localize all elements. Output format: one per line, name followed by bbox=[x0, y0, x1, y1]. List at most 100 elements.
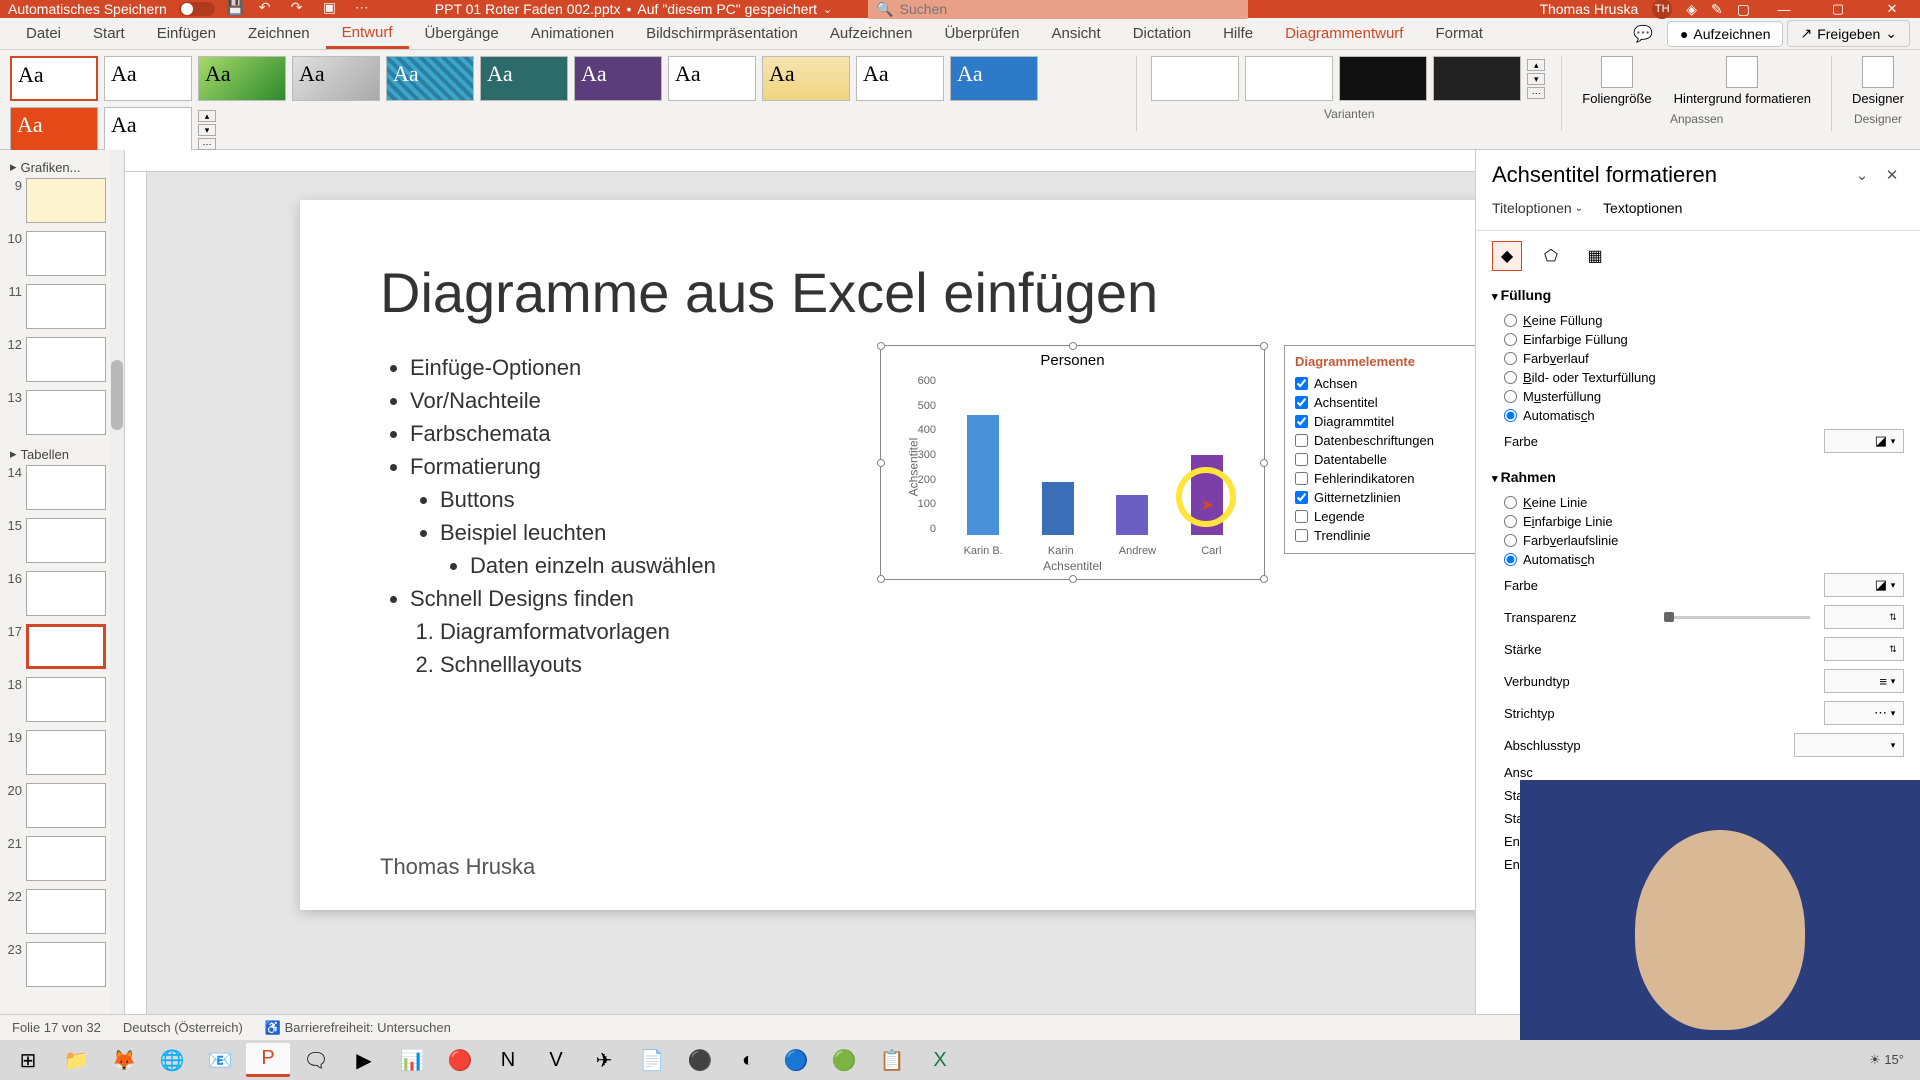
size-props-icon[interactable]: ▦ bbox=[1580, 241, 1610, 271]
section-border[interactable]: Rahmen bbox=[1492, 469, 1904, 485]
pane-close-icon[interactable]: ✕ bbox=[1880, 163, 1904, 187]
tab-zeichnen[interactable]: Zeichnen bbox=[232, 18, 326, 49]
fill-option[interactable]: Bild- oder Texturfüllung bbox=[1492, 368, 1904, 387]
fill-line-icon[interactable]: ◆ bbox=[1492, 241, 1522, 271]
slide-thumb[interactable] bbox=[26, 465, 106, 510]
app-icon[interactable]: 📋 bbox=[870, 1043, 914, 1077]
compound-dropdown[interactable]: ≡ ▾ bbox=[1824, 669, 1904, 693]
fill-option[interactable]: Musterfüllung bbox=[1492, 387, 1904, 406]
panel-group[interactable]: ▸ Tabellen bbox=[4, 443, 120, 465]
tab-einfuegen[interactable]: Einfügen bbox=[141, 18, 232, 49]
slide-canvas[interactable]: Diagramme aus Excel einfügen Einfüge-Opt… bbox=[300, 200, 1475, 910]
theme-thumb[interactable]: Aa bbox=[668, 56, 756, 101]
tab-title-options[interactable]: Titeloptionen ⌄ bbox=[1492, 200, 1583, 222]
slide-thumb[interactable] bbox=[26, 390, 106, 435]
chevron-down-icon[interactable]: ⌄ bbox=[823, 3, 832, 16]
tab-bildschirm[interactable]: Bildschirmpräsentation bbox=[630, 18, 814, 49]
maximize-button[interactable]: ▢ bbox=[1818, 0, 1858, 18]
slide-counter[interactable]: Folie 17 von 32 bbox=[12, 1020, 101, 1035]
tab-text-options[interactable]: Textoptionen bbox=[1603, 200, 1682, 222]
slide-thumb[interactable] bbox=[26, 231, 106, 276]
slide-thumb-active[interactable] bbox=[26, 624, 106, 669]
line-option[interactable]: Automatisch bbox=[1492, 550, 1904, 569]
slide-thumb[interactable] bbox=[26, 783, 106, 828]
pen-icon[interactable]: ✎ bbox=[1711, 1, 1723, 18]
search-box[interactable]: 🔍 bbox=[868, 0, 1248, 19]
chart-plot[interactable]: Achsentitel 600 500 400 300 200 100 0 bbox=[936, 375, 1244, 545]
cap-dropdown[interactable]: ▾ bbox=[1794, 733, 1904, 757]
chart-bar[interactable] bbox=[1116, 495, 1148, 535]
user-name[interactable]: Thomas Hruska bbox=[1539, 1, 1638, 17]
weather-tray[interactable]: ☀ 15° bbox=[1869, 1052, 1904, 1068]
fill-option[interactable]: Automatisch bbox=[1492, 406, 1904, 425]
slideshow-icon[interactable]: ▣ bbox=[323, 0, 343, 19]
variant-thumb[interactable] bbox=[1433, 56, 1521, 101]
powerpoint-icon[interactable]: P bbox=[246, 1043, 290, 1077]
chart-element-item[interactable]: Legende bbox=[1295, 507, 1475, 526]
start-button[interactable]: ⊞ bbox=[6, 1043, 50, 1077]
slide-thumb[interactable] bbox=[26, 571, 106, 616]
slide-thumb[interactable] bbox=[26, 889, 106, 934]
firefox-icon[interactable]: 🦊 bbox=[102, 1043, 146, 1077]
theme-thumb[interactable]: Aa bbox=[950, 56, 1038, 101]
chart-element-item[interactable]: Diagrammtitel bbox=[1295, 412, 1475, 431]
language-indicator[interactable]: Deutsch (Österreich) bbox=[123, 1020, 243, 1035]
chart-element-item[interactable]: Datentabelle bbox=[1295, 450, 1475, 469]
close-button[interactable]: ✕ bbox=[1872, 0, 1912, 18]
tab-start[interactable]: Start bbox=[77, 18, 141, 49]
visio-icon[interactable]: V bbox=[534, 1043, 578, 1077]
color-picker[interactable]: ◪ ▾ bbox=[1824, 429, 1904, 453]
theme-thumb[interactable]: Aa bbox=[480, 56, 568, 101]
tab-entwurf[interactable]: Entwurf bbox=[326, 18, 409, 49]
line-color-picker[interactable]: ◪ ▾ bbox=[1824, 573, 1904, 597]
app-icon[interactable]: ◐ bbox=[726, 1043, 770, 1077]
app-icon[interactable]: 🗨 bbox=[294, 1043, 338, 1077]
embedded-chart[interactable]: Personen Achsentitel 600 500 400 300 200… bbox=[880, 345, 1265, 580]
variant-more-button[interactable]: ▴▾⋯ bbox=[1527, 56, 1547, 101]
slide-thumb[interactable] bbox=[26, 730, 106, 775]
share-button[interactable]: ↗ Freigeben ⌄ bbox=[1787, 20, 1910, 47]
save-icon[interactable]: 💾 bbox=[227, 0, 247, 19]
search-input[interactable] bbox=[900, 1, 1241, 17]
tab-datei[interactable]: Datei bbox=[10, 18, 77, 49]
x-axis-title[interactable]: Achsentitel bbox=[881, 559, 1264, 573]
collapse-ribbon-icon[interactable]: 💬 bbox=[1623, 24, 1663, 44]
chart-title[interactable]: Personen bbox=[881, 346, 1264, 375]
theme-thumb[interactable]: Aa bbox=[762, 56, 850, 101]
slide-thumb[interactable] bbox=[26, 836, 106, 881]
tab-format[interactable]: Format bbox=[1419, 18, 1499, 49]
chart-element-item[interactable]: Fehlerindikatoren bbox=[1295, 469, 1475, 488]
diamond-icon[interactable]: ◈ bbox=[1686, 1, 1697, 18]
fill-option[interactable]: Farbverlauf bbox=[1492, 349, 1904, 368]
app-icon[interactable]: 🔴 bbox=[438, 1043, 482, 1077]
tab-animationen[interactable]: Animationen bbox=[515, 18, 630, 49]
slide-thumb[interactable] bbox=[26, 178, 106, 223]
theme-thumb[interactable]: Aa bbox=[574, 56, 662, 101]
tab-ueberpruefen[interactable]: Überprüfen bbox=[928, 18, 1035, 49]
more-qat-icon[interactable]: ⋯ bbox=[355, 0, 375, 19]
theme-thumb[interactable]: Aa bbox=[198, 56, 286, 101]
fill-option[interactable]: Einfarbige Füllung bbox=[1492, 330, 1904, 349]
chart-element-item[interactable]: Achsentitel bbox=[1295, 393, 1475, 412]
undo-icon[interactable]: ↶ bbox=[259, 0, 279, 19]
theme-thumb[interactable]: Aa bbox=[104, 56, 192, 101]
chart-bar[interactable] bbox=[967, 415, 999, 535]
fill-option[interactable]: KKeine Füllungeine Füllung bbox=[1492, 311, 1904, 330]
designer-button[interactable]: Designer bbox=[1846, 56, 1910, 106]
chart-bar[interactable] bbox=[1042, 482, 1074, 535]
excel-icon[interactable]: X bbox=[918, 1043, 962, 1077]
tab-diagrammentwurf[interactable]: Diagrammentwurf bbox=[1269, 18, 1419, 49]
app-icon[interactable]: 🟢 bbox=[822, 1043, 866, 1077]
tab-dictation[interactable]: Dictation bbox=[1117, 18, 1207, 49]
theme-thumb[interactable]: Aa bbox=[856, 56, 944, 101]
theme-thumb[interactable]: Aa bbox=[104, 107, 192, 152]
outlook-icon[interactable]: 📧 bbox=[198, 1043, 242, 1077]
theme-thumb[interactable]: Aa bbox=[10, 107, 98, 152]
section-fill[interactable]: Füllung bbox=[1492, 287, 1904, 303]
theme-thumb[interactable]: Aa bbox=[292, 56, 380, 101]
chart-element-item[interactable]: Trendlinie bbox=[1295, 526, 1475, 545]
dash-dropdown[interactable]: ⋯ ▾ bbox=[1824, 701, 1904, 725]
app-icon[interactable]: 🔵 bbox=[774, 1043, 818, 1077]
tab-hilfe[interactable]: Hilfe bbox=[1207, 18, 1269, 49]
variant-thumb[interactable] bbox=[1245, 56, 1333, 101]
